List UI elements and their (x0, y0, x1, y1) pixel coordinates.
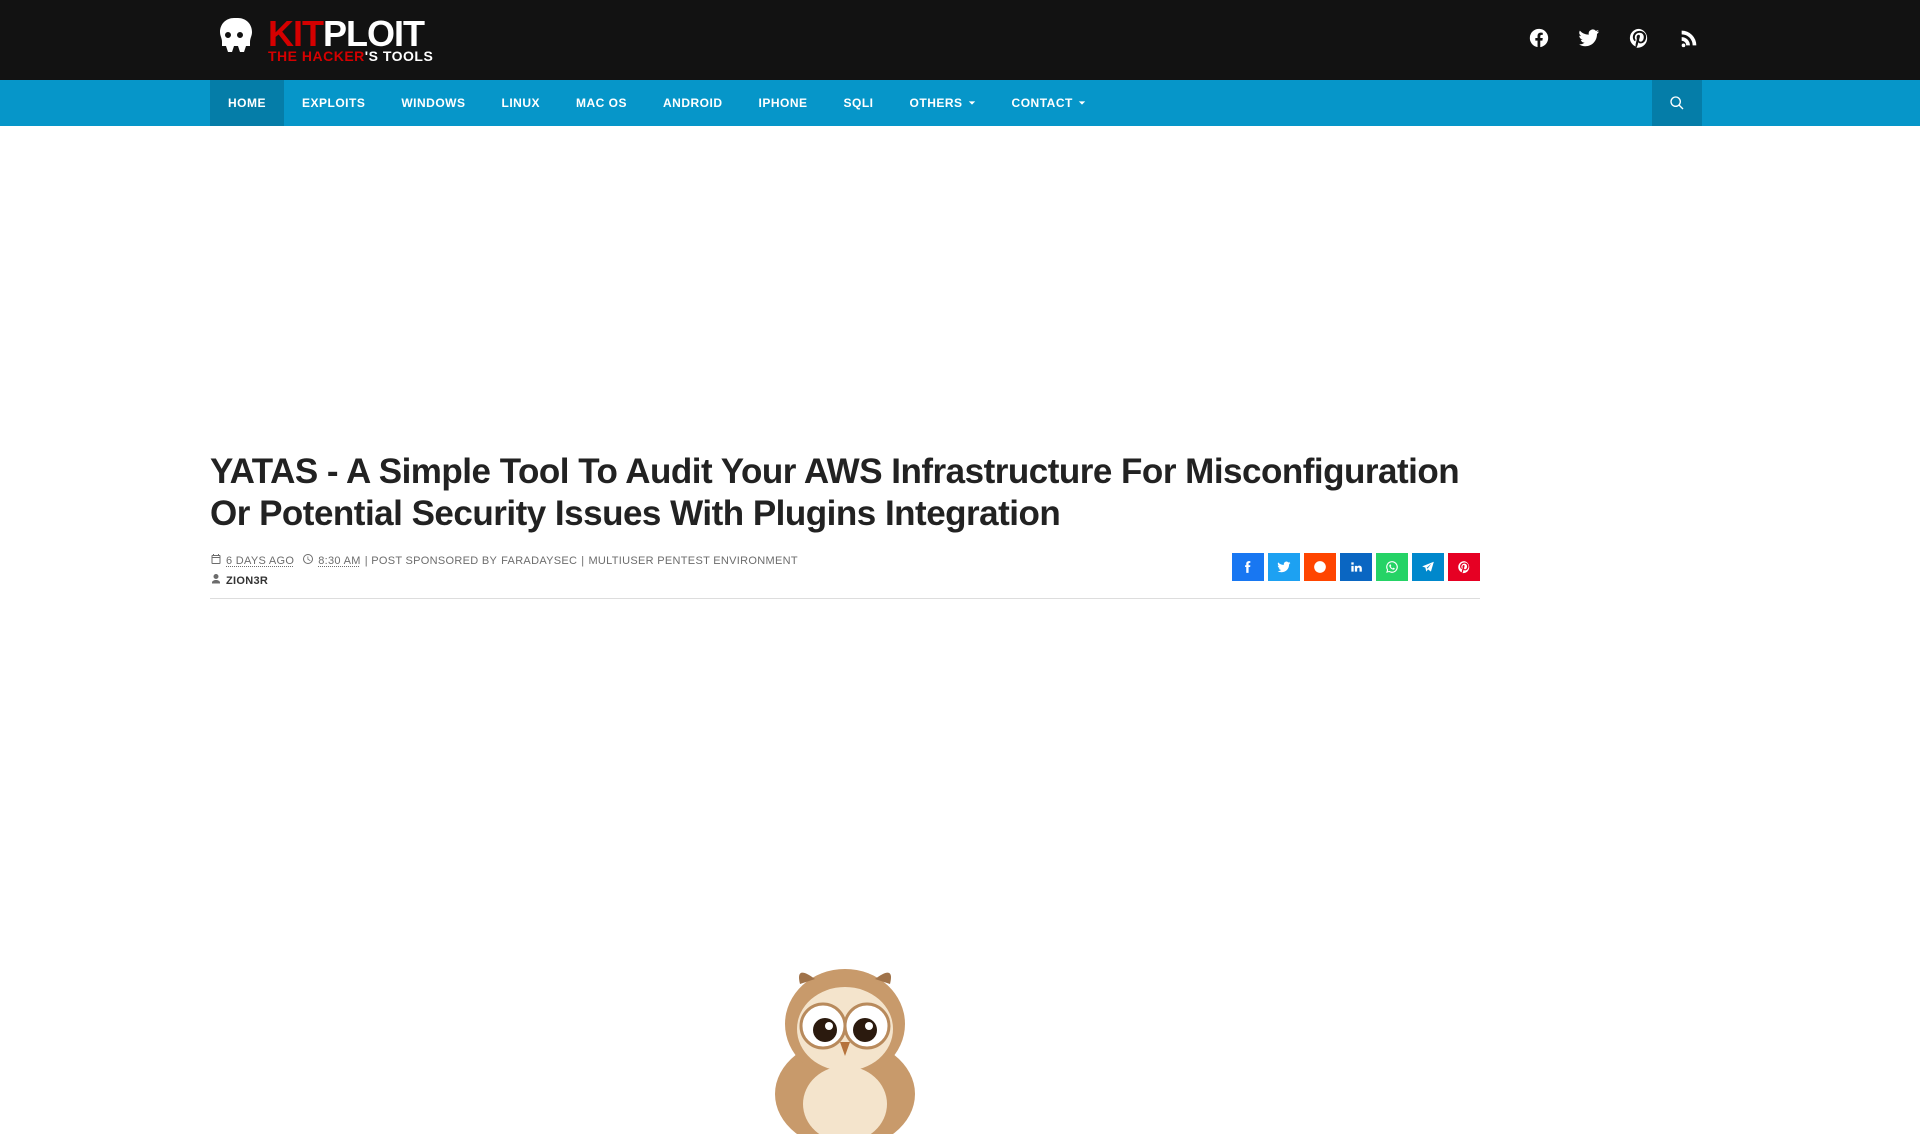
nav-contact[interactable]: CONTACT (994, 80, 1104, 126)
nav-android[interactable]: ANDROID (645, 80, 741, 126)
nav-label: EXPLOITS (302, 96, 365, 110)
article-date[interactable]: 6 DAYS AGO (226, 555, 294, 567)
user-icon (210, 573, 222, 588)
main-nav: HOME EXPLOITS WINDOWS LINUX MAC OS ANDRO… (0, 80, 1920, 126)
article-meta-row: 6 DAYS AGO 8:30 AM | POST SPONSORED BY F… (210, 553, 1480, 588)
share-whatsapp-button[interactable] (1376, 553, 1408, 581)
site-logo[interactable]: KITPLOIT THE HACKER'S TOOLS (210, 14, 433, 67)
share-facebook-button[interactable] (1232, 553, 1264, 581)
chevron-down-icon (1078, 96, 1086, 110)
clock-icon (302, 553, 314, 568)
article-meta: 6 DAYS AGO 8:30 AM | POST SPONSORED BY F… (210, 553, 798, 588)
article-title: YATAS - A Simple Tool To Audit Your AWS … (210, 441, 1460, 535)
twitter-icon[interactable] (1578, 27, 1600, 54)
nav-label: WINDOWS (401, 96, 465, 110)
nav-linux[interactable]: LINUX (484, 80, 559, 126)
pinterest-icon[interactable] (1628, 27, 1650, 54)
skull-icon (210, 14, 258, 67)
nav-macos[interactable]: MAC OS (558, 80, 645, 126)
nav-label: CONTACT (1012, 96, 1073, 110)
sponsor-prefix: | POST SPONSORED BY (365, 555, 497, 567)
top-header: KITPLOIT THE HACKER'S TOOLS (0, 0, 1920, 80)
logo-text: KITPLOIT THE HACKER'S TOOLS (268, 18, 433, 63)
nav-label: IPHONE (759, 96, 808, 110)
sponsor-sep: | (581, 555, 584, 567)
calendar-icon (210, 553, 222, 568)
chevron-down-icon (968, 96, 976, 110)
nav-label: HOME (228, 96, 266, 110)
nav-iphone[interactable]: IPHONE (741, 80, 826, 126)
nav-others[interactable]: OTHERS (892, 80, 994, 126)
share-twitter-button[interactable] (1268, 553, 1300, 581)
nav-exploits[interactable]: EXPLOITS (284, 80, 383, 126)
header-social-icons (1528, 27, 1700, 54)
nav-label: MAC OS (576, 96, 627, 110)
nav-label: SQLI (844, 96, 874, 110)
nav-home[interactable]: HOME (210, 80, 284, 126)
nav-label: OTHERS (910, 96, 963, 110)
article-hero-image (210, 954, 1480, 1134)
share-telegram-button[interactable] (1412, 553, 1444, 581)
nav-sqli[interactable]: SQLI (826, 80, 892, 126)
ad-region (0, 126, 1920, 441)
logo-tag-rest: 'S TOOLS (365, 48, 434, 64)
share-buttons (1232, 553, 1480, 581)
nav-windows[interactable]: WINDOWS (383, 80, 483, 126)
logo-tag-th: THE HACKER (268, 48, 365, 64)
nav-label: LINUX (502, 96, 541, 110)
nav-search-button[interactable] (1652, 80, 1702, 126)
nav-label: ANDROID (663, 96, 723, 110)
share-pinterest-button[interactable] (1448, 553, 1480, 581)
share-linkedin-button[interactable] (1340, 553, 1372, 581)
share-reddit-button[interactable] (1304, 553, 1336, 581)
article-time[interactable]: 8:30 AM (318, 555, 360, 567)
article: YATAS - A Simple Tool To Audit Your AWS … (0, 441, 1920, 1134)
facebook-icon[interactable] (1528, 27, 1550, 54)
rss-icon[interactable] (1678, 27, 1700, 54)
meta-divider (210, 598, 1480, 599)
article-author[interactable]: ZION3R (226, 575, 268, 587)
sponsor-name[interactable]: FARADAYSEC (501, 555, 577, 567)
sponsor-tag[interactable]: MULTIUSER PENTEST ENVIRONMENT (588, 555, 797, 567)
